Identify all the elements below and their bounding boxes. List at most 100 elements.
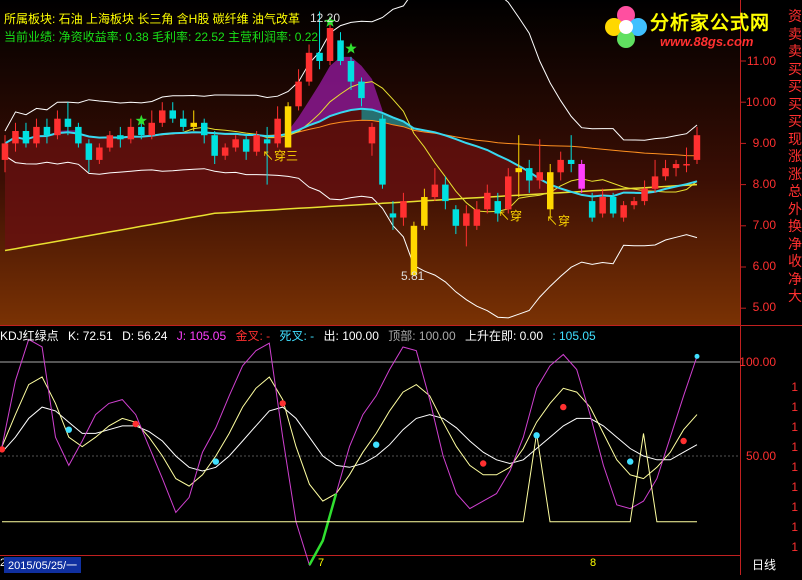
candle-body bbox=[421, 197, 428, 226]
candle-body bbox=[630, 201, 638, 206]
candle-body bbox=[295, 81, 302, 107]
candle-body bbox=[672, 164, 680, 169]
candle-body bbox=[588, 201, 596, 218]
dead-cross-value: 死叉: - bbox=[279, 329, 315, 343]
candle-body bbox=[368, 126, 376, 144]
kdj-side-char: 1 bbox=[791, 380, 798, 394]
kdj-tick: 50.00 bbox=[745, 449, 776, 463]
price-tick: 6.00 bbox=[752, 259, 776, 273]
kdj-cross-dot bbox=[373, 441, 380, 448]
kdj-d-value: D: 56.24 bbox=[122, 329, 168, 343]
kdj-cross-dot bbox=[212, 458, 219, 465]
kdj-cross-dot bbox=[560, 403, 567, 411]
kdj-cross-dot bbox=[65, 426, 73, 433]
price-tick: 9.00 bbox=[752, 136, 776, 150]
candle-body bbox=[1, 143, 9, 160]
sector-info: 所属板块: 石油 上海板块 长三角 含H股 碳纤维 油气改革 bbox=[4, 12, 301, 26]
candle-body bbox=[284, 106, 292, 148]
candle-body bbox=[536, 172, 543, 181]
candle-body bbox=[85, 143, 93, 160]
candle-body bbox=[557, 159, 564, 173]
candle-body bbox=[221, 147, 229, 156]
candle-body bbox=[567, 159, 575, 164]
candle-body bbox=[316, 52, 323, 61]
kdj-name: KDJ红绿点 bbox=[0, 329, 59, 343]
candle-body bbox=[148, 122, 155, 136]
kdj-side-char: 1 bbox=[791, 460, 798, 474]
kdj-side-char: 1 bbox=[791, 440, 798, 454]
candle-body bbox=[463, 213, 470, 226]
cross-label-1: ↖穿三 bbox=[262, 149, 299, 163]
kdj-side-char: 1 bbox=[791, 500, 798, 514]
kdj-cross-dot bbox=[680, 437, 687, 445]
kdj-side-char: 1 bbox=[791, 520, 798, 534]
candle-body bbox=[347, 61, 355, 82]
kdj-cross-dot bbox=[627, 458, 634, 465]
candle-body bbox=[379, 118, 386, 185]
candle-body bbox=[526, 168, 533, 181]
candle-body bbox=[33, 126, 40, 144]
candle-body bbox=[641, 188, 648, 202]
top-value: 顶部: 100.00 bbox=[388, 329, 456, 343]
date-axis: 2 2015/05/25/一 7 8 bbox=[0, 555, 740, 575]
candle-body bbox=[431, 184, 439, 197]
cross-label-2: ↖穿 bbox=[498, 209, 523, 223]
candle-body bbox=[609, 197, 617, 214]
candle-body bbox=[22, 131, 30, 144]
kdj-cross-dot bbox=[279, 400, 286, 407]
candle-body bbox=[484, 192, 491, 210]
stock-chart-window[interactable]: 所属板块: 石油 上海板块 长三角 含H股 碳纤维 油气改革 当前业绩: 净资收… bbox=[0, 0, 802, 575]
candle-body bbox=[693, 135, 701, 160]
candle-body bbox=[683, 164, 690, 166]
kdj-side-char: 1 bbox=[791, 400, 798, 414]
candle-body bbox=[75, 126, 82, 144]
candle-body bbox=[515, 168, 522, 173]
kdj-j-value: J: 105.05 bbox=[176, 329, 227, 343]
candle-body bbox=[305, 52, 313, 82]
chart-canvas[interactable] bbox=[0, 0, 802, 575]
candle-body bbox=[599, 197, 606, 214]
candle-body bbox=[326, 28, 334, 61]
price-tick: 7.00 bbox=[752, 218, 776, 232]
high-price-label: 12.20 bbox=[310, 11, 341, 25]
kdj-cross-dot bbox=[533, 432, 540, 439]
candle-body bbox=[180, 118, 187, 127]
candle-body bbox=[389, 213, 397, 218]
candle-body bbox=[138, 126, 145, 136]
candle-body bbox=[211, 135, 218, 156]
cross-label-3: ↖穿 bbox=[546, 214, 571, 228]
extra-value: : 105.05 bbox=[552, 329, 596, 343]
low-price-label: 5.81 bbox=[401, 269, 425, 283]
period-button[interactable]: 日线 bbox=[752, 556, 776, 573]
kdj-k-value: K: 72.51 bbox=[68, 329, 113, 343]
candle-body bbox=[64, 118, 72, 127]
side-indicator-char: 大 bbox=[788, 288, 802, 304]
price-tick: 5.00 bbox=[752, 300, 776, 314]
candle-body bbox=[505, 176, 512, 210]
candle-body bbox=[337, 40, 344, 61]
kdj-side-char: 1 bbox=[791, 540, 798, 554]
kdj-panel-bg bbox=[0, 326, 740, 555]
out-value: 出: 100.00 bbox=[323, 329, 379, 343]
candle-body bbox=[358, 81, 365, 99]
kdj-side-char: 1 bbox=[791, 420, 798, 434]
candle-body bbox=[159, 110, 166, 123]
month-mark-7: 7 bbox=[318, 557, 325, 569]
candle-body bbox=[263, 139, 271, 144]
candle-body bbox=[190, 122, 197, 127]
price-tick: 11.00 bbox=[746, 54, 776, 68]
kdj-side-char: 1 bbox=[791, 480, 798, 494]
kdj-cross-dot bbox=[480, 460, 487, 467]
candle-body bbox=[410, 225, 418, 276]
rising-value: 上升在即: 0.00 bbox=[464, 329, 543, 343]
candle-body bbox=[473, 209, 481, 226]
kdj-header: KDJ红绿点 K: 72.51 D: 56.24 J: 105.05 金叉: -… bbox=[0, 327, 602, 344]
flower-logo-icon bbox=[605, 6, 647, 48]
candle-body bbox=[662, 168, 669, 177]
candle-body bbox=[43, 126, 51, 136]
candle-body bbox=[274, 118, 281, 144]
candle-body bbox=[117, 135, 124, 140]
performance-info: 当前业绩: 净资收益率: 0.38 毛利率: 22.52 主营利润率: 0.22 bbox=[4, 30, 319, 44]
candle-body bbox=[651, 176, 659, 189]
candle-body bbox=[54, 118, 61, 136]
